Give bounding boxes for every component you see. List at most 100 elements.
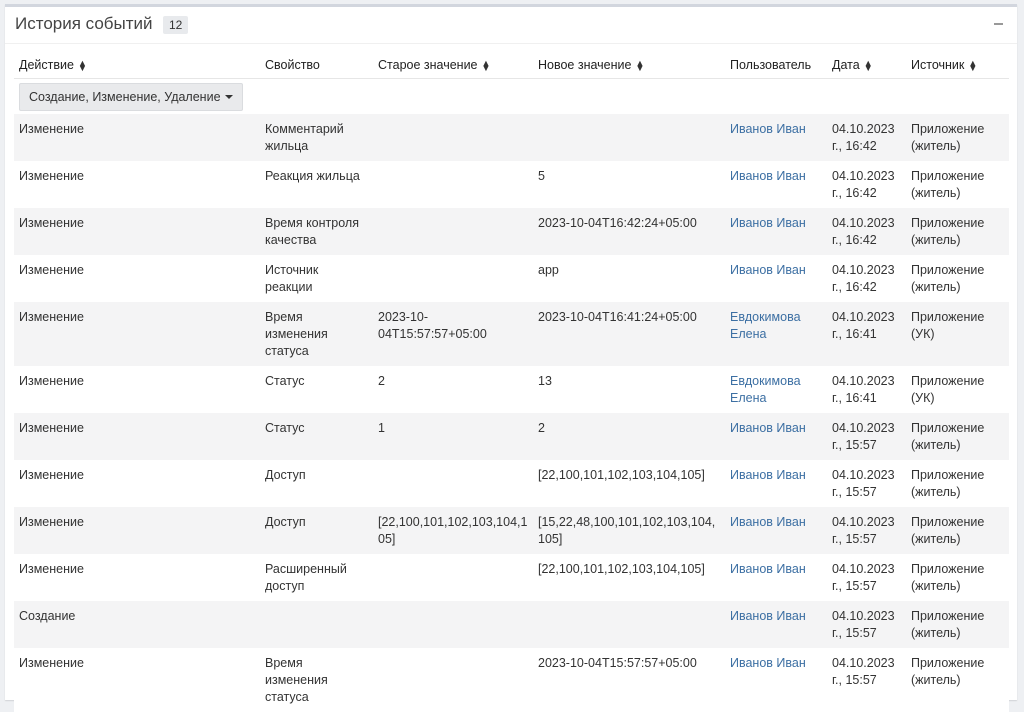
cell-new-value: 2023-10-04T16:41:24+05:00 [533, 302, 725, 366]
cell-date: 04.10.2023 г., 15:57 [827, 507, 906, 554]
cell-action: Изменение [14, 114, 260, 161]
cell-date: 04.10.2023 г., 15:57 [827, 601, 906, 648]
table-row: Изменение Доступ [22,100,101,102,103,104,1… [14, 460, 1009, 507]
panel-header: История событий 12 [5, 7, 1017, 44]
cell-user: Иванов Иван [725, 554, 827, 601]
cell-date: 04.10.2023 г., 16:42 [827, 114, 906, 161]
user-link[interactable]: Иванов Иван [730, 468, 806, 482]
user-link[interactable]: Иванов Иван [730, 562, 806, 576]
user-link[interactable]: Иванов Иван [730, 609, 806, 623]
cell-new-value: [22,100,101,102,103,104,105] [533, 554, 725, 601]
cell-property: Статус [260, 413, 373, 460]
cell-new-value [533, 601, 725, 648]
cell-user: Иванов Иван [725, 648, 827, 712]
cell-action: Изменение [14, 507, 260, 554]
cell-source: Приложение (житель) [906, 507, 1009, 554]
cell-user: Иванов Иван [725, 413, 827, 460]
table-row: Изменение Реакция жильца 5 Иванов Иван 04.10… [14, 161, 1009, 208]
action-filter-label: Создание, Изменение, Удаление [29, 89, 221, 104]
cell-action: Изменение [14, 554, 260, 601]
table-header-row: Действие ▲ ▼ Свойство Старое значение ▲ ▼ Но… [14, 52, 1009, 79]
user-link[interactable]: Иванов Иван [730, 515, 806, 529]
table-row: Изменение Доступ [22,100,101,102,103,104,1… [14, 507, 1009, 554]
cell-date: 04.10.2023 г., 16:41 [827, 302, 906, 366]
column-header-property: Свойство [260, 52, 373, 79]
cell-date: 04.10.2023 г., 15:57 [827, 460, 906, 507]
user-link[interactable]: Иванов Иван [730, 656, 806, 670]
filter-cell: Создание, Изменение, Удаление [14, 79, 1009, 115]
column-header-action[interactable]: Действие ▲ ▼ [14, 52, 260, 79]
column-header-source[interactable]: Источник ▲ ▼ [906, 52, 1009, 79]
cell-date: 04.10.2023 г., 15:57 [827, 413, 906, 460]
cell-source: Приложение (УК) [906, 302, 1009, 366]
user-link[interactable]: Иванов Иван [730, 216, 806, 230]
filter-row: Создание, Изменение, Удаление [14, 79, 1009, 115]
cell-source: Приложение (житель) [906, 255, 1009, 302]
column-header-label: Дата [832, 58, 860, 72]
collapse-icon[interactable] [991, 13, 1007, 31]
cell-action: Изменение [14, 460, 260, 507]
cell-old-value [373, 208, 533, 255]
column-header-label: Свойство [265, 58, 320, 72]
cell-user: Иванов Иван [725, 114, 827, 161]
cell-date: 04.10.2023 г., 16:42 [827, 161, 906, 208]
column-header-label: Источник [911, 58, 965, 72]
column-header-label: Действие [19, 58, 74, 72]
cell-source: Приложение (житель) [906, 601, 1009, 648]
cell-date: 04.10.2023 г., 15:57 [827, 554, 906, 601]
cell-property: Источник реакции [260, 255, 373, 302]
sort-icon: ▲ ▼ [481, 57, 491, 73]
cell-new-value: [15,22,48,100,101,102,103,104,105] [533, 507, 725, 554]
user-link[interactable]: Иванов Иван [730, 169, 806, 183]
sort-icon: ▲ ▼ [863, 57, 873, 73]
column-header-label: Пользователь [730, 58, 812, 72]
cell-action: Создание [14, 601, 260, 648]
cell-old-value [373, 255, 533, 302]
cell-user: Иванов Иван [725, 255, 827, 302]
cell-user: Иванов Иван [725, 507, 827, 554]
table-row: Изменение Время изменения статуса 2023-10-… [14, 648, 1009, 712]
cell-new-value: 13 [533, 366, 725, 413]
table-row: Изменение Статус 1 2 Иванов Иван 04.10.2023 г… [14, 413, 1009, 460]
user-link[interactable]: Евдокимова Елена [730, 310, 801, 341]
cell-new-value [533, 114, 725, 161]
column-header-old-value[interactable]: Старое значение ▲ ▼ [373, 52, 533, 79]
cell-property [260, 601, 373, 648]
cell-action: Изменение [14, 208, 260, 255]
cell-user: Иванов Иван [725, 161, 827, 208]
user-link[interactable]: Иванов Иван [730, 421, 806, 435]
event-count-badge: 12 [163, 16, 189, 34]
user-link[interactable]: Иванов Иван [730, 263, 806, 277]
cell-source: Приложение (житель) [906, 161, 1009, 208]
cell-user: Евдокимова Елена [725, 302, 827, 366]
caret-down-icon [224, 94, 233, 99]
sort-icon: ▲ ▼ [635, 57, 645, 73]
cell-old-value [373, 114, 533, 161]
cell-source: Приложение (житель) [906, 413, 1009, 460]
column-header-new-value[interactable]: Новое значение ▲ ▼ [533, 52, 725, 79]
cell-date: 04.10.2023 г., 15:57 [827, 648, 906, 712]
cell-old-value [373, 460, 533, 507]
action-filter-dropdown[interactable]: Создание, Изменение, Удаление [19, 82, 243, 111]
cell-user: Иванов Иван [725, 208, 827, 255]
cell-new-value: app [533, 255, 725, 302]
cell-property: Доступ [260, 507, 373, 554]
user-link[interactable]: Иванов Иван [730, 122, 806, 136]
cell-source: Приложение (житель) [906, 114, 1009, 161]
table-row: Изменение Время изменения статуса 2023-10-… [14, 302, 1009, 366]
cell-old-value [373, 648, 533, 712]
cell-property: Расширенный доступ [260, 554, 373, 601]
cell-old-value [373, 161, 533, 208]
user-link[interactable]: Евдокимова Елена [730, 374, 801, 405]
cell-user: Иванов Иван [725, 601, 827, 648]
cell-property: Статус [260, 366, 373, 413]
cell-old-value: 2 [373, 366, 533, 413]
cell-date: 04.10.2023 г., 16:42 [827, 255, 906, 302]
cell-action: Изменение [14, 648, 260, 712]
cell-old-value: 2023-10-04T15:57:57+05:00 [373, 302, 533, 366]
cell-property: Время контроля качества [260, 208, 373, 255]
cell-old-value [373, 554, 533, 601]
column-header-date[interactable]: Дата ▲ ▼ [827, 52, 906, 79]
table-body: Изменение Комментарий жильца Иванов Иван 04… [14, 114, 1009, 712]
cell-action: Изменение [14, 413, 260, 460]
